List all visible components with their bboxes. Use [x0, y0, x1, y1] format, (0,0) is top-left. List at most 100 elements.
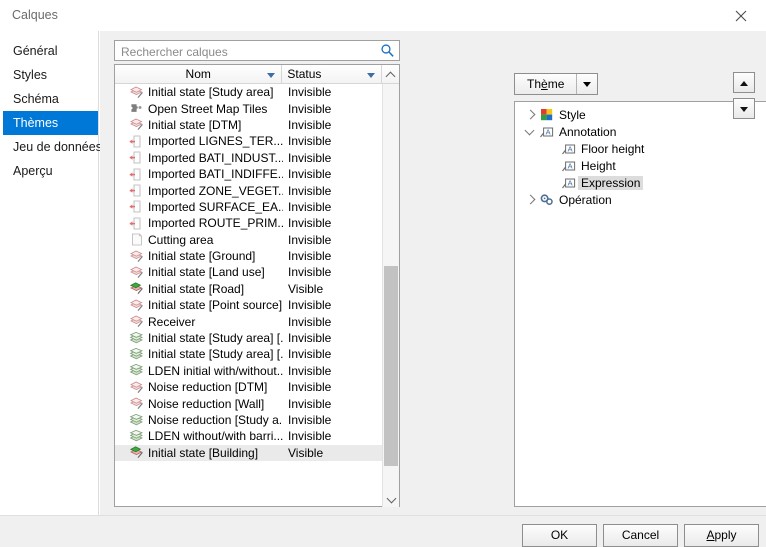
layer-green-icon — [129, 446, 144, 459]
tree-node[interactable]: A Height — [515, 157, 766, 174]
chevron-right-icon[interactable] — [523, 106, 539, 123]
apply-button[interactable]: Apply — [684, 524, 759, 547]
search-icon[interactable] — [380, 43, 395, 58]
sidebar-item-label: Général — [13, 44, 58, 58]
layer-row[interactable]: Imported BATI_INDUST... Invisible — [115, 150, 383, 166]
layer-name-label: LDEN without/with barri... — [148, 429, 283, 444]
tree-node-container: Style A Annotation A Floor height A Height A Exp… — [515, 102, 766, 208]
layer-name-label: Initial state [Ground] — [148, 249, 256, 264]
stack-icon — [129, 413, 144, 427]
layer-row[interactable]: Initial state [Study area] [... Invisible — [115, 330, 383, 346]
layer-name-cell: Initial state [Study area] — [115, 85, 283, 99]
column-header-name[interactable]: Nom — [115, 65, 283, 84]
layer-name-cell: Imported LIGNES_TER... — [115, 134, 283, 148]
search-input[interactable] — [119, 43, 373, 61]
tree-node[interactable]: Opération — [515, 191, 766, 208]
theme-split-button[interactable]: Thème — [514, 73, 599, 95]
sidebar-item-dataset[interactable]: Jeu de données — [3, 135, 102, 159]
layer-row[interactable]: LDEN without/with barri... Invisible — [115, 428, 383, 444]
layer-pale-icon — [129, 397, 144, 410]
layer-name-cell: Initial state [Building] — [115, 446, 283, 460]
layer-status-cell: Invisible — [288, 101, 332, 116]
svg-text:A: A — [546, 127, 551, 136]
layer-row[interactable]: Open Street Map Tiles Invisible — [115, 100, 383, 116]
scroll-up-button[interactable] — [382, 65, 399, 84]
layer-name-label: Initial state [Study area] [... — [148, 331, 283, 346]
sidebar-item-schema[interactable]: Schéma — [3, 87, 98, 111]
chevron-down-icon[interactable] — [577, 74, 597, 94]
layer-row[interactable]: Imported ZONE_VEGET... Invisible — [115, 182, 383, 198]
layer-name-label: Receiver — [148, 314, 196, 329]
layer-row[interactable]: Initial state [Building] Visible — [115, 444, 383, 461]
sidebar-item-themes[interactable]: Thèmes — [3, 111, 98, 135]
tree-node[interactable]: A Expression — [515, 174, 766, 191]
import-doc-icon — [129, 184, 144, 197]
layer-row[interactable]: Imported ROUTE_PRIM... Invisible — [115, 215, 383, 231]
layer-row[interactable]: Noise reduction [DTM] Invisible — [115, 379, 383, 395]
layer-pale-icon — [129, 381, 144, 394]
svg-text:A: A — [568, 144, 573, 153]
layer-row[interactable]: Initial state [Ground] Invisible — [115, 248, 383, 264]
layer-name-cell: Noise reduction [DTM] — [115, 380, 283, 394]
layer-name-cell: Initial state [DTM] — [115, 118, 283, 132]
layer-row[interactable]: Receiver Invisible — [115, 313, 383, 329]
layer-status-cell: Invisible — [288, 429, 332, 444]
layer-status-cell: Invisible — [288, 199, 332, 214]
layer-list-scrollbar[interactable] — [382, 84, 399, 507]
tree-node[interactable]: A Floor height — [515, 140, 766, 157]
layer-status-cell: Invisible — [288, 331, 332, 346]
layer-row[interactable]: Noise reduction [Study a... Invisible — [115, 412, 383, 428]
theme-label-part: Th — [527, 77, 542, 91]
sidebar-item-label: Schéma — [13, 92, 59, 106]
layer-name-cell: Imported SURFACE_EA... — [115, 200, 283, 214]
svg-text:A: A — [568, 178, 573, 187]
layer-row[interactable]: Imported SURFACE_EA... Invisible — [115, 199, 383, 215]
tree-node[interactable]: Style — [515, 106, 766, 123]
layer-row[interactable]: Imported LIGNES_TER... Invisible — [115, 133, 383, 149]
stack-icon — [129, 331, 144, 345]
layer-name-cell: Imported BATI_INDIFFE... — [115, 167, 283, 181]
layer-row[interactable]: Initial state [Study area] [... Invisible — [115, 346, 383, 362]
layer-row[interactable]: Initial state [Land use] Invisible — [115, 264, 383, 280]
layer-row[interactable]: Initial state [Study area] Invisible — [115, 84, 383, 100]
sidebar-item-label: Jeu de données — [13, 140, 102, 154]
layer-name-cell: Initial state [Ground] — [115, 249, 283, 263]
move-node-down-button[interactable] — [733, 98, 755, 119]
ok-button[interactable]: OK — [522, 524, 597, 547]
tree-node[interactable]: A Annotation — [515, 123, 766, 140]
chevron-down-icon[interactable] — [523, 123, 539, 140]
layer-row[interactable]: Noise reduction [Wall] Invisible — [115, 395, 383, 411]
puzzle-icon — [129, 102, 144, 115]
scroll-down-button[interactable] — [383, 490, 399, 507]
column-header-status[interactable]: Status — [282, 65, 383, 84]
layer-row[interactable]: Cutting area Invisible — [115, 232, 383, 248]
layer-name-label: Imported ZONE_VEGET... — [148, 183, 283, 198]
sidebar-item-general[interactable]: Général — [3, 39, 98, 63]
layer-row[interactable]: LDEN initial with/without... Invisible — [115, 363, 383, 379]
stack-icon — [129, 364, 144, 377]
layer-row[interactable]: Imported BATI_INDIFFE... Invisible — [115, 166, 383, 182]
move-node-up-button[interactable] — [733, 72, 755, 93]
layer-row[interactable]: Initial state [Road] Visible — [115, 281, 383, 297]
scrollbar-thumb[interactable] — [384, 266, 398, 466]
sidebar-item-preview[interactable]: Aperçu — [3, 159, 98, 183]
tree-node-label: Style — [559, 107, 586, 122]
layer-status-cell: Invisible — [288, 85, 332, 100]
layer-rows[interactable]: Initial state [Study area] Invisible Open … — [115, 84, 383, 507]
layer-name-label: LDEN initial with/without... — [148, 363, 283, 378]
layer-name-label: Initial state [Building] — [148, 445, 259, 460]
layer-pale-icon — [129, 86, 144, 99]
layer-name-cell: Cutting area — [115, 233, 283, 247]
sidebar-item-styles[interactable]: Styles — [3, 63, 98, 87]
chevron-right-icon[interactable] — [523, 191, 539, 208]
layer-row[interactable]: Initial state [DTM] Invisible — [115, 117, 383, 133]
import-doc-icon — [129, 217, 144, 230]
cancel-button[interactable]: Cancel — [603, 524, 678, 547]
blank-doc-icon — [129, 233, 144, 246]
close-button[interactable] — [720, 0, 766, 31]
layer-name-cell: Imported BATI_INDUST... — [115, 151, 283, 165]
layer-name-label: Cutting area — [148, 232, 214, 247]
layer-row[interactable]: Initial state [Point source] Invisible — [115, 297, 383, 313]
